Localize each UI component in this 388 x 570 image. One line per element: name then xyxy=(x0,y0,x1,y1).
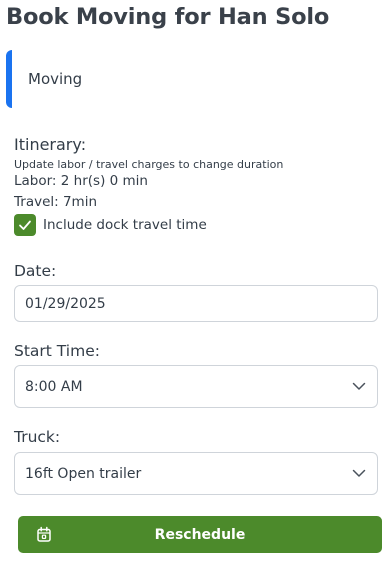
labor-duration: Labor: 2 hr(s) 0 min xyxy=(14,173,148,189)
check-icon xyxy=(19,220,31,230)
start-time-select[interactable]: 8:00 AM xyxy=(14,365,378,408)
start-time-label: Start Time: xyxy=(14,342,100,360)
truck-select[interactable]: 16ft Open trailer xyxy=(14,452,378,495)
dock-travel-option[interactable]: Include dock travel time xyxy=(14,214,207,236)
itinerary-heading: Itinerary: xyxy=(14,135,87,154)
date-value: 01/29/2025 xyxy=(25,295,106,312)
dock-travel-checkbox[interactable] xyxy=(14,214,36,236)
chevron-down-icon xyxy=(341,469,377,478)
reschedule-button[interactable]: Reschedule xyxy=(18,516,382,553)
itinerary-hint: Update labor / travel charges to change … xyxy=(14,158,284,171)
start-time-value: 8:00 AM xyxy=(25,378,83,395)
service-card: Moving xyxy=(6,50,388,108)
date-input[interactable]: 01/29/2025 xyxy=(14,285,378,322)
chevron-down-icon xyxy=(341,382,377,391)
reschedule-label: Reschedule xyxy=(154,526,246,543)
service-name: Moving xyxy=(28,70,83,88)
travel-duration: Travel: 7min xyxy=(14,194,98,210)
truck-value: 16ft Open trailer xyxy=(25,465,142,482)
calendar-icon xyxy=(37,526,51,542)
date-label: Date: xyxy=(14,262,57,280)
truck-label: Truck: xyxy=(14,428,61,446)
dock-travel-label: Include dock travel time xyxy=(43,217,207,233)
page-title: Book Moving for Han Solo xyxy=(6,4,330,30)
